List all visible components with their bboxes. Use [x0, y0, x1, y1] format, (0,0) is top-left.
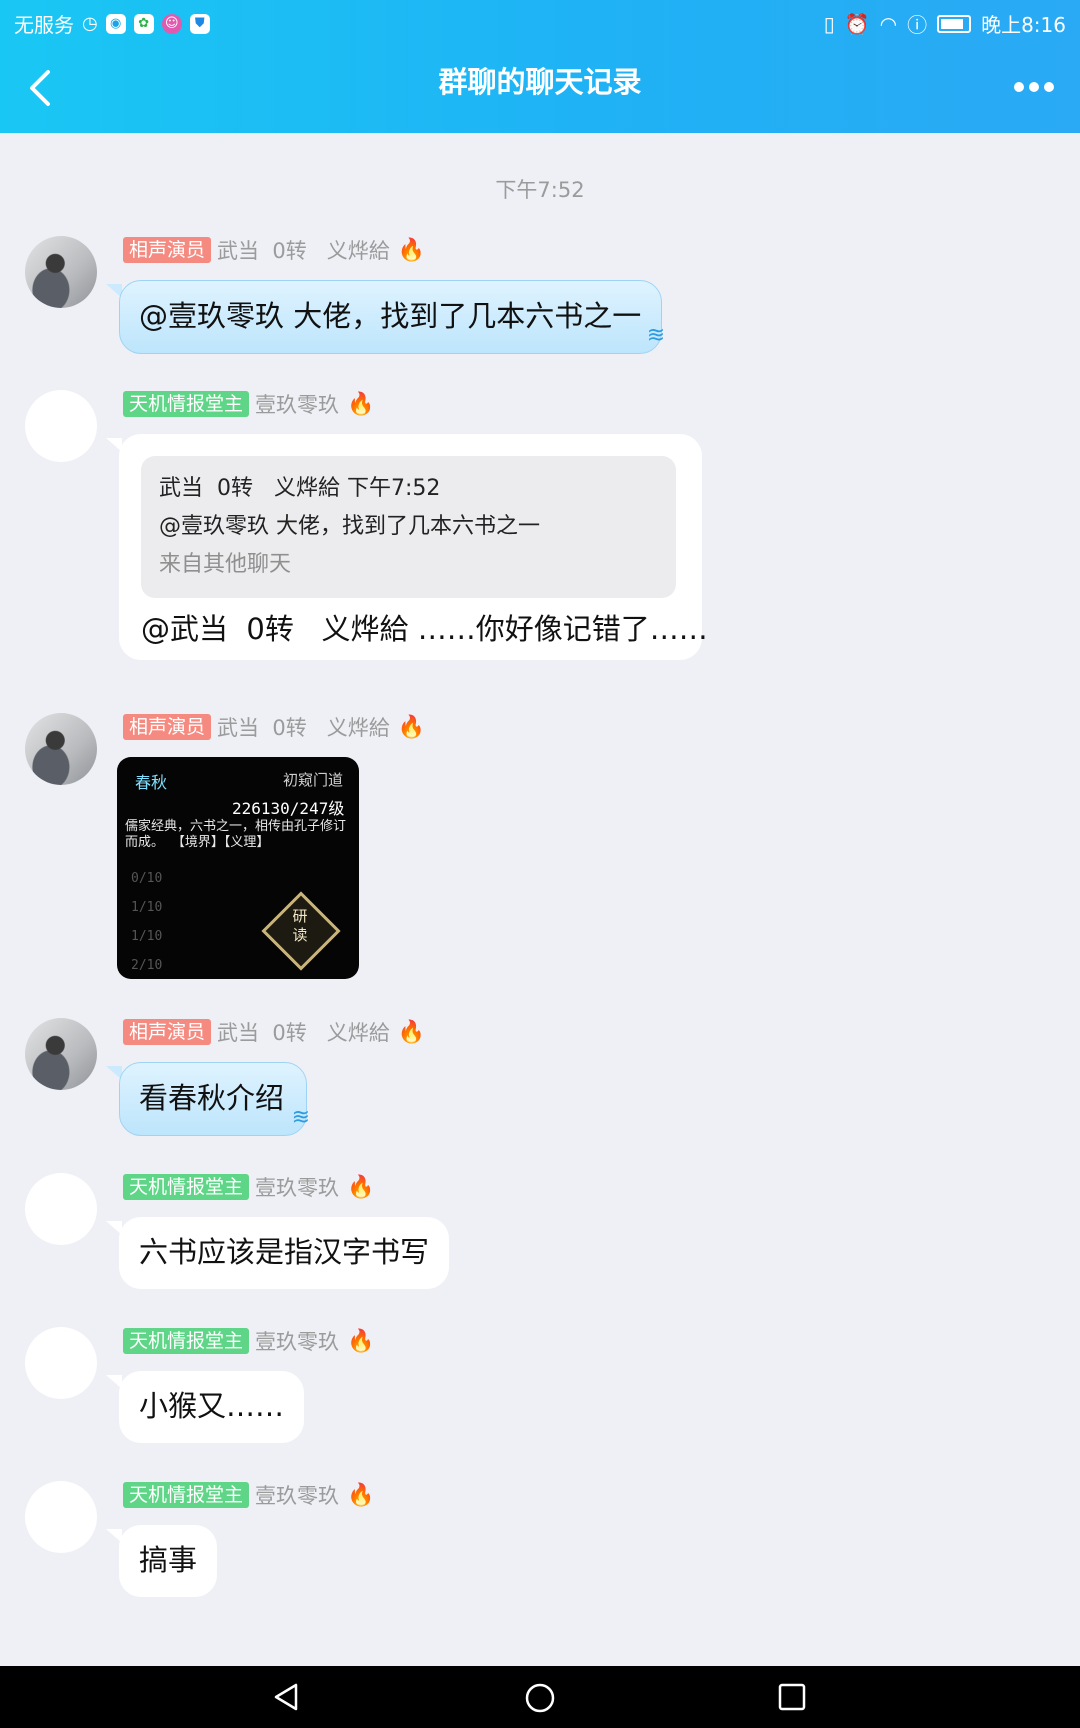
message-bubble[interactable]: 六书应该是指汉字书写 — [119, 1217, 450, 1289]
title-badge: 相声演员 — [123, 237, 212, 263]
image-progress: 226130/247级 — [232, 799, 345, 818]
avatar[interactable] — [25, 1481, 97, 1553]
study-label-bottom: 读 — [292, 926, 308, 944]
title-badge: 天机情报堂主 — [123, 391, 250, 417]
flame-icon: 🔥 — [397, 237, 426, 263]
sender-name: 壹玖零玖 — [255, 1484, 340, 1508]
message-timestamp: 下午7:52 — [495, 178, 585, 202]
message-bubble[interactable]: 武当 0转 义烨給 下午7:52 @壹玖零玖 大佬，找到了几本六书之一 来自其他… — [119, 434, 708, 660]
flame-icon: 🔥 — [347, 1328, 375, 1354]
title-badge: 天机情报堂主 — [123, 1328, 250, 1354]
alarm-icon: ⏰ — [844, 11, 870, 36]
sender-name: 壹玖零玖 — [255, 1330, 340, 1354]
more-options-button[interactable] — [1014, 82, 1054, 94]
message-bubble[interactable]: 搞事 — [119, 1525, 218, 1597]
message-text: 搞事 — [139, 1543, 198, 1577]
clock-small-icon: ◷ — [82, 13, 98, 34]
shield-app-icon: ⛊ — [189, 13, 210, 34]
flame-icon: 🔥 — [397, 1019, 426, 1045]
sender-meta: 天机情报堂主 壹玖零玖 🔥 — [123, 390, 374, 418]
image-description: 儒家经典，六书之一，相传由孔子修订而成。 【境界】【义理】 — [125, 819, 347, 850]
sender-name: 壹玖零玖 — [255, 393, 340, 417]
avatar[interactable] — [25, 713, 97, 785]
message-text: @武当 0转 义烨給 ……你好像记错了…… — [141, 612, 708, 646]
image-row: 2/10 — [131, 958, 163, 973]
image-tag: 春秋 — [135, 773, 168, 792]
image-row: 1/10 — [131, 929, 163, 944]
title-badge: 相声演员 — [123, 1019, 212, 1045]
nav-home-icon[interactable] — [524, 1682, 556, 1714]
flame-icon: 🔥 — [347, 391, 375, 417]
avatar[interactable] — [25, 1018, 97, 1090]
flame-icon: 🔥 — [397, 714, 426, 740]
vibrate-icon: ▯ — [823, 11, 835, 36]
sender-name: 武当 0转 义烨給 — [217, 716, 390, 740]
sender-name: 壹玖零玖 — [255, 1176, 340, 1200]
title-badge: 天机情报堂主 — [123, 1174, 250, 1200]
image-top-bar: 春秋 初窥门道 — [125, 769, 351, 792]
browser-app-icon: ◉ — [105, 13, 126, 34]
sender-meta: 相声演员 武当 0转 义烨給 🔥 — [123, 713, 425, 741]
quote-source: 来自其他聊天 — [159, 552, 292, 577]
nav-recents-icon[interactable] — [778, 1683, 806, 1711]
study-button-label: 研 读 — [285, 907, 315, 945]
avatar[interactable] — [25, 1173, 97, 1245]
sender-meta: 相声演员 武当 0转 义烨給 🔥 — [123, 236, 425, 264]
title-badge: 相声演员 — [123, 714, 212, 740]
message-text: 六书应该是指汉字书写 — [139, 1235, 430, 1269]
title-bar: 群聊的聊天记录 — [0, 44, 1080, 133]
flame-icon: 🔥 — [347, 1174, 375, 1200]
nav-back-icon[interactable] — [272, 1682, 302, 1712]
status-bar: 无服务 ◷ ◉ ✿ ☺ ⛊ ▯ ⏰ ◠ ⓘ 晚上8:16 — [0, 0, 1080, 44]
sender-name: 武当 0转 义烨給 — [217, 1021, 390, 1045]
quoted-message[interactable]: 武当 0转 义烨給 下午7:52 @壹玖零玖 大佬，找到了几本六书之一 来自其他… — [141, 456, 676, 598]
more-dot-icon — [1044, 82, 1054, 92]
alert-icon: ⓘ — [907, 13, 928, 37]
image-message[interactable]: 春秋 初窥门道 226130/247级 儒家经典，六书之一，相传由孔子修订而成。… — [117, 757, 359, 979]
status-time: 晚上8:16 — [981, 13, 1066, 37]
wechat-app-icon: ✿ — [133, 13, 154, 34]
app-notification-icon: ☺ — [161, 13, 182, 34]
page-title: 群聊的聊天记录 — [438, 65, 642, 99]
avatar[interactable] — [25, 236, 97, 308]
sender-meta: 天机情报堂主 壹玖零玖 🔥 — [123, 1481, 374, 1509]
header-bar: 无服务 ◷ ◉ ✿ ☺ ⛊ ▯ ⏰ ◠ ⓘ 晚上8:16 群聊的聊天记录 — [0, 0, 1080, 133]
wave-decoration-icon: ≋ — [646, 323, 666, 348]
image-stage: 初窥门道 — [282, 771, 343, 789]
study-label-top: 研 — [292, 907, 308, 925]
image-row: 1/10 — [131, 900, 163, 915]
system-nav-bar — [0, 1666, 1080, 1728]
title-badge: 天机情报堂主 — [123, 1482, 250, 1508]
sender-meta: 相声演员 武当 0转 义烨給 🔥 — [123, 1018, 425, 1046]
message-bubble[interactable]: 看春秋介绍 ≋ — [119, 1062, 311, 1136]
sender-meta: 天机情报堂主 壹玖零玖 🔥 — [123, 1173, 374, 1201]
quote-header: 武当 0转 义烨給 下午7:52 — [159, 476, 441, 501]
wifi-icon: ◠ — [879, 11, 898, 36]
sender-meta: 天机情报堂主 壹玖零玖 🔥 — [123, 1327, 374, 1355]
more-dot-icon — [1014, 82, 1024, 92]
message-text: 小猴又…… — [139, 1389, 285, 1423]
wave-decoration-icon: ≋ — [291, 1105, 311, 1130]
avatar[interactable] — [25, 390, 97, 462]
message-bubble[interactable]: 小猴又…… — [119, 1371, 305, 1443]
more-dot-icon — [1029, 82, 1039, 92]
message-text: @壹玖零玖 大佬，找到了几本六书之一 — [139, 299, 642, 333]
sender-name: 武当 0转 义烨給 — [217, 239, 390, 263]
quote-text: @壹玖零玖 大佬，找到了几本六书之一 — [159, 514, 540, 539]
image-row: 0/10 — [131, 871, 163, 886]
battery-icon — [937, 14, 972, 33]
message-bubble[interactable]: @壹玖零玖 大佬，找到了几本六书之一 ≋ — [119, 280, 666, 354]
carrier-label: 无服务 — [14, 13, 74, 37]
avatar[interactable] — [25, 1327, 97, 1399]
flame-icon: 🔥 — [347, 1482, 375, 1508]
message-text: 看春秋介绍 — [139, 1081, 285, 1115]
